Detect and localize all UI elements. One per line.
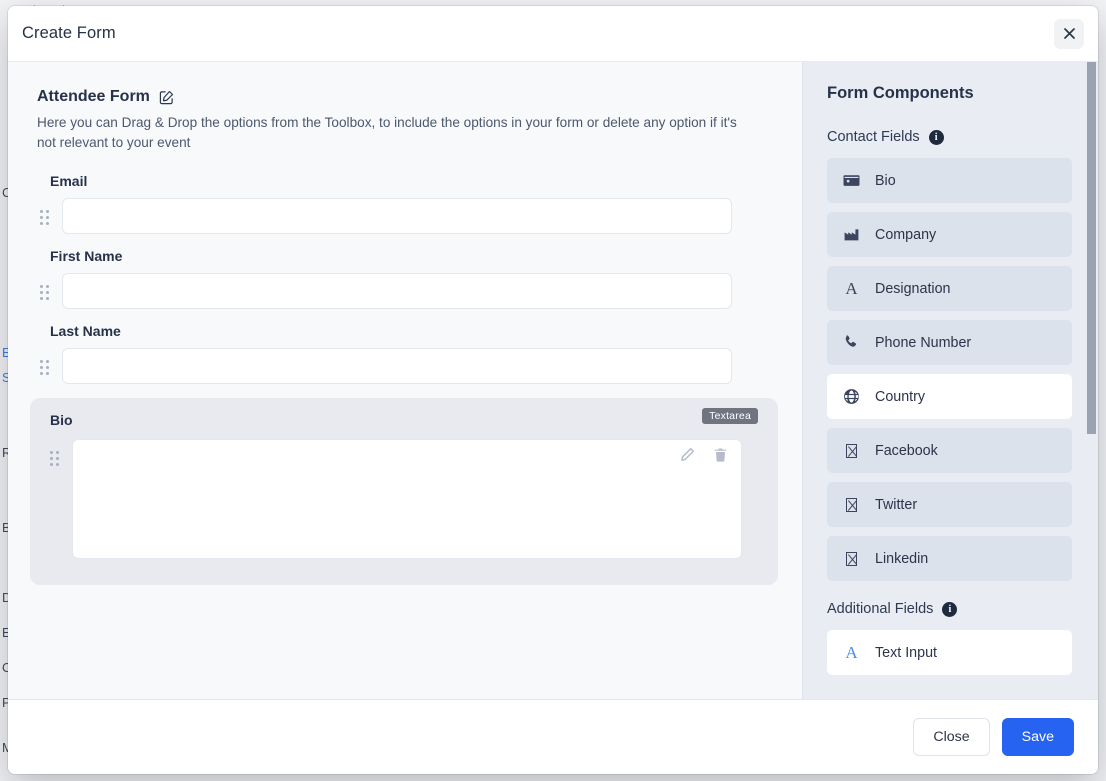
modal-footer: Close Save [8,700,1098,774]
form-field-row [30,347,778,384]
form-field-block[interactable]: Last Name [30,323,778,384]
sidebar-scrollbar[interactable] [1087,62,1096,699]
component-item-label: Designation [875,280,951,297]
form-field-row [30,272,778,309]
form-field-row [30,197,778,234]
close-button[interactable]: Close [913,718,990,756]
component-group-heading: Contact Fields i [827,129,1072,145]
info-icon[interactable]: i [942,601,958,617]
form-canvas: Attendee Form Here you can Drag & Drop t… [8,62,802,699]
component-group-title: Contact Fields [827,129,920,145]
sidebar-scrollbar-thumb[interactable] [1087,62,1096,434]
component-item-label: Facebook [875,442,938,459]
form-title-row: Attendee Form [37,88,778,106]
component-item-label: Bio [875,172,896,189]
form-title: Attendee Form [37,88,150,105]
form-field-label: First Name [50,247,123,264]
field-actions [680,447,728,463]
twitter-icon [843,497,860,512]
drag-handle-icon[interactable] [40,209,52,226]
drag-handle-icon[interactable] [40,359,52,376]
form-field-label: Last Name [50,322,121,339]
form-field-row [40,438,758,559]
modal-body: Attendee Form Here you can Drag & Drop t… [8,62,1098,700]
component-item-label: Company [875,226,937,243]
component-item-country[interactable]: Country [827,374,1072,419]
component-group-heading: Additional Fields i [827,601,1072,617]
drag-handle-icon[interactable] [50,450,62,467]
form-field-block[interactable]: Email [30,173,778,234]
component-item-label: Country [875,388,926,405]
component-item-facebook[interactable]: Facebook [827,428,1072,473]
form-field-input[interactable] [62,347,732,384]
linkedin-icon [843,551,860,566]
form-field-label: Bio [50,411,73,428]
close-icon-button[interactable] [1054,18,1084,49]
component-item-designation[interactable]: A Designation [827,266,1072,311]
component-item-linkedin[interactable]: Linkedin [827,536,1072,581]
form-field-textarea[interactable] [72,438,742,559]
form-field-input[interactable] [62,197,732,234]
component-item-label: Phone Number [875,334,972,351]
form-field-input[interactable] [62,272,732,309]
form-field-label: Email [50,172,88,189]
id-card-icon [843,172,860,189]
facebook-icon [843,443,860,458]
globe-icon [843,388,860,405]
components-groups: Contact Fields i Bio Company A Designation Pho… [827,129,1072,675]
info-icon[interactable]: i [928,129,944,145]
component-item-twitter[interactable]: Twitter [827,482,1072,527]
modal-title: Create Form [22,24,116,42]
field-type-badge: Textarea [702,407,758,424]
delete-field-icon[interactable] [713,447,728,463]
form-field-block[interactable]: First Name [30,248,778,309]
save-button[interactable]: Save [1001,718,1074,756]
components-sidebar: Form Components Contact Fields i Bio Compan… [802,62,1098,699]
modal-header: Create Form [8,6,1098,62]
drag-handle-icon[interactable] [40,284,52,301]
component-item-bio[interactable]: Bio [827,158,1072,203]
letter-a-icon: A [845,643,858,662]
component-item-label: Twitter [875,496,918,513]
form-field-block[interactable]: Bio Textarea [30,397,778,585]
edit-field-icon[interactable] [680,447,695,462]
close-icon [1063,28,1075,39]
factory-icon [843,226,860,243]
component-item-label: Text Input [875,644,937,661]
components-panel-title: Form Components [827,84,974,102]
component-item-label: Linkedin [875,550,929,567]
form-fields-list: Email First Name Last Name Bio Textarea [30,173,778,585]
letter-a-icon: A [845,279,858,298]
edit-title-icon[interactable] [159,90,174,105]
create-form-modal: Create Form Attendee Form Here you can D… [8,6,1098,774]
component-item-company[interactable]: Company [827,212,1072,257]
textarea-wrapper [72,438,742,559]
component-item-text-input[interactable]: A Text Input [827,630,1072,675]
phone-icon [843,334,860,351]
form-subtitle: Here you can Drag & Drop the options fro… [37,115,737,150]
component-group-title: Additional Fields [827,601,934,617]
component-item-phone-number[interactable]: Phone Number [827,320,1072,365]
